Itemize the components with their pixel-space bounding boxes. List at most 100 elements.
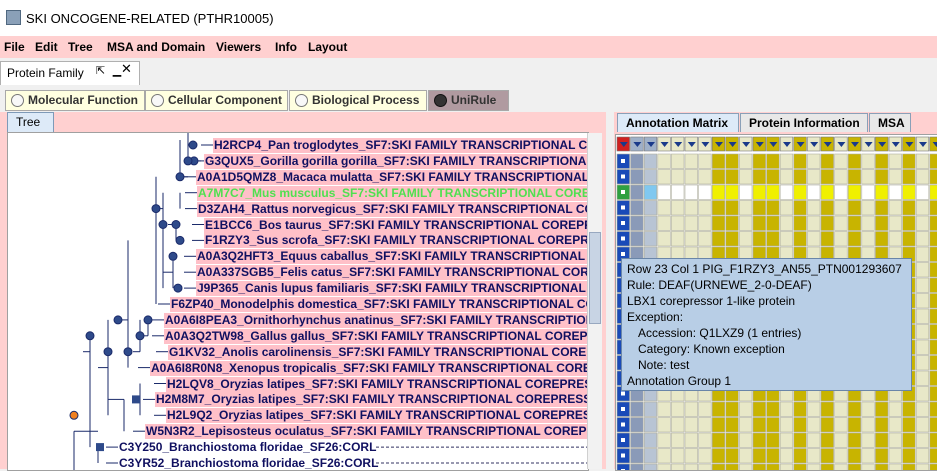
- matrix-cell[interactable]: [929, 432, 937, 448]
- matrix-cell[interactable]: [698, 432, 712, 448]
- matrix-cell[interactable]: [711, 231, 726, 247]
- matrix-cell[interactable]: [643, 417, 658, 433]
- tree-node-icon[interactable]: [168, 251, 178, 261]
- matrix-cell[interactable]: [684, 169, 698, 185]
- matrix-cell-marker[interactable]: [621, 159, 625, 163]
- matrix-cell[interactable]: [630, 448, 644, 464]
- matrix-cell[interactable]: [766, 215, 780, 231]
- matrix-cell[interactable]: [752, 215, 766, 231]
- matrix-cell[interactable]: [698, 153, 712, 169]
- matrix-cell[interactable]: [861, 231, 875, 247]
- matrix-cell[interactable]: [739, 432, 753, 448]
- tree-canvas[interactable]: H2RCP4_Pan troglodytes_SF7:SKI FAMILY TR…: [7, 132, 589, 471]
- matrix-cell[interactable]: [684, 463, 698, 470]
- matrix-cell[interactable]: [807, 463, 821, 470]
- matrix-cell[interactable]: [834, 153, 848, 169]
- matrix-cell[interactable]: [752, 463, 766, 470]
- tree-node-label[interactable]: H2RCP4_Pan troglodytes_SF7:SKI FAMILY TR…: [213, 138, 588, 153]
- matrix-cell[interactable]: [725, 417, 739, 433]
- matrix-cell[interactable]: [684, 153, 698, 169]
- matrix-cell[interactable]: [766, 417, 780, 433]
- matrix-cell[interactable]: [793, 448, 807, 464]
- tree-node-label[interactable]: A0A3Q2HFT3_Equus caballus_SF7:SKI FAMILY…: [196, 249, 588, 265]
- matrix-cell[interactable]: [739, 169, 753, 185]
- matrix-cell-marker[interactable]: [621, 252, 625, 256]
- matrix-cell[interactable]: [915, 246, 930, 262]
- matrix-cell[interactable]: [847, 463, 862, 470]
- matrix-cell[interactable]: [725, 448, 739, 464]
- tree-node-icon[interactable]: [135, 331, 145, 341]
- matrix-cell[interactable]: [725, 200, 739, 216]
- matrix-cell[interactable]: [834, 432, 848, 448]
- matrix-cell[interactable]: [861, 153, 875, 169]
- matrix-cell[interactable]: [875, 169, 889, 185]
- matrix-cell[interactable]: [739, 417, 753, 433]
- matrix-cell[interactable]: [671, 231, 685, 247]
- matrix-cell[interactable]: [929, 184, 937, 200]
- matrix-cell[interactable]: [834, 463, 848, 470]
- matrix-cell[interactable]: [684, 215, 698, 231]
- matrix-cell[interactable]: [820, 401, 834, 417]
- matrix-cell[interactable]: [725, 401, 739, 417]
- matrix-cell[interactable]: [739, 215, 753, 231]
- matrix-cell[interactable]: [698, 231, 712, 247]
- matrix-cell[interactable]: [711, 200, 726, 216]
- matrix-cell[interactable]: [902, 231, 916, 247]
- matrix-cell[interactable]: [861, 463, 875, 470]
- matrix-cell[interactable]: [657, 417, 671, 433]
- matrix-cell[interactable]: [875, 417, 889, 433]
- matrix-cell[interactable]: [630, 184, 644, 200]
- matrix-cell[interactable]: [861, 432, 875, 448]
- matrix-cell[interactable]: [698, 463, 712, 470]
- matrix-cell[interactable]: [698, 401, 712, 417]
- matrix-cell[interactable]: [671, 463, 685, 470]
- matrix-cell[interactable]: [725, 153, 739, 169]
- matrix-cell[interactable]: [725, 463, 739, 470]
- matrix-cell[interactable]: [779, 231, 794, 247]
- matrix-cell[interactable]: [766, 448, 780, 464]
- tree-node-icon[interactable]: [103, 347, 113, 357]
- matrix-cell[interactable]: [888, 200, 902, 216]
- tree-node-icon[interactable]: [175, 172, 185, 182]
- matrix-cell[interactable]: [725, 432, 739, 448]
- tree-node-label[interactable]: E1BCC6_Bos taurus_SF7:SKI FAMILY TRANSCR…: [204, 217, 588, 233]
- matrix-cell[interactable]: [875, 463, 889, 470]
- matrix-cell[interactable]: [929, 246, 937, 262]
- matrix-cell[interactable]: [834, 231, 848, 247]
- matrix-cell[interactable]: [711, 432, 726, 448]
- matrix-cell[interactable]: [630, 432, 644, 448]
- tree-collapsed-node-icon[interactable]: [96, 443, 104, 452]
- tree-node-label[interactable]: A0A6I8R0N8_Xenopus tropicalis_SF7:SKI FA…: [150, 360, 588, 376]
- matrix-cell[interactable]: [820, 169, 834, 185]
- matrix-cell[interactable]: [793, 215, 807, 231]
- matrix-cell[interactable]: [779, 169, 794, 185]
- matrix-cell[interactable]: [861, 417, 875, 433]
- matrix-cell[interactable]: [766, 231, 780, 247]
- matrix-cell[interactable]: [739, 401, 753, 417]
- tree-node-icon[interactable]: [158, 220, 168, 229]
- matrix-cell-marker[interactable]: [621, 190, 625, 194]
- menu-viewers[interactable]: Viewers: [216, 40, 261, 54]
- matrix-cell[interactable]: [657, 448, 671, 464]
- matrix-cell[interactable]: [902, 417, 916, 433]
- matrix-cell[interactable]: [630, 417, 644, 433]
- matrix-cell-marker[interactable]: [621, 407, 625, 411]
- matrix-cell[interactable]: [861, 215, 875, 231]
- matrix-cell[interactable]: [847, 200, 862, 216]
- matrix-cell[interactable]: [888, 231, 902, 247]
- matrix-cell[interactable]: [725, 231, 739, 247]
- split-divider[interactable]: [606, 112, 614, 469]
- matrix-cell[interactable]: [793, 401, 807, 417]
- matrix-cell-marker[interactable]: [621, 174, 625, 179]
- matrix-cell[interactable]: [671, 184, 685, 200]
- matrix-cell[interactable]: [929, 324, 937, 340]
- matrix-cell[interactable]: [739, 448, 753, 464]
- matrix-cell[interactable]: [630, 231, 644, 247]
- menu-info[interactable]: Info: [275, 40, 297, 54]
- matrix-cell[interactable]: [807, 432, 821, 448]
- matrix-cell[interactable]: [902, 169, 916, 185]
- matrix-cell[interactable]: [820, 215, 834, 231]
- matrix-cell[interactable]: [902, 463, 916, 470]
- matrix-cell[interactable]: [888, 448, 902, 464]
- matrix-cell[interactable]: [739, 184, 753, 200]
